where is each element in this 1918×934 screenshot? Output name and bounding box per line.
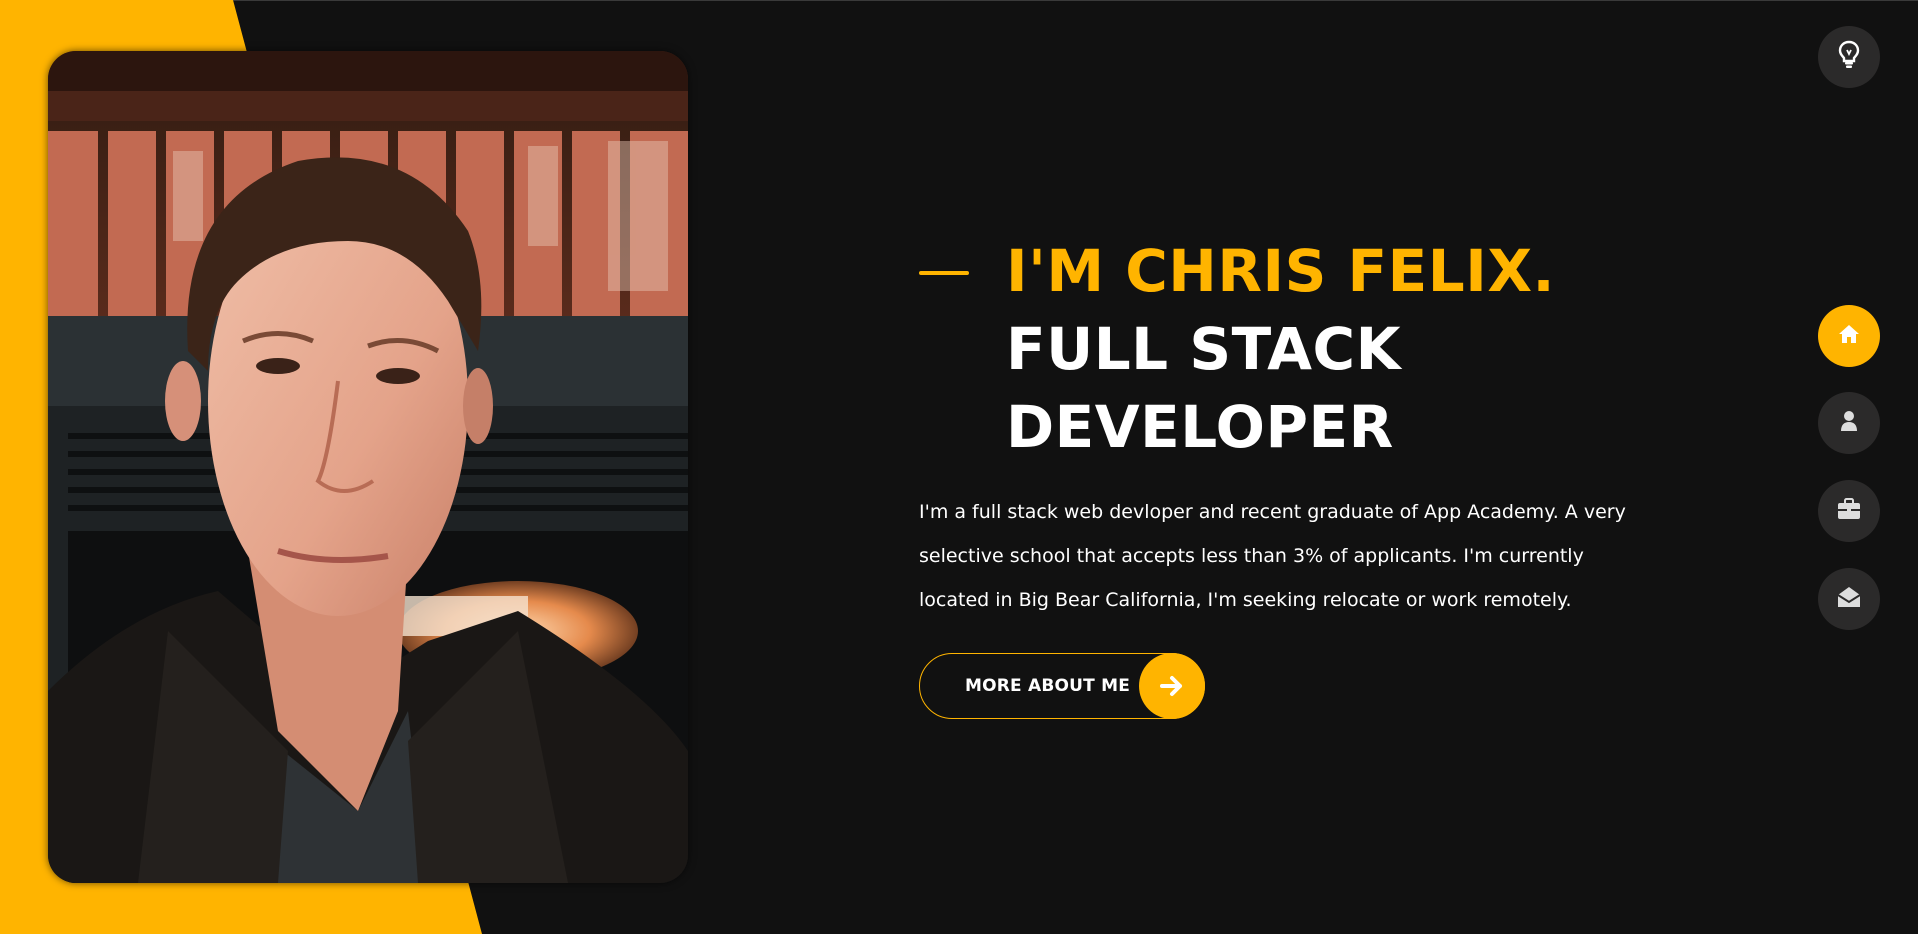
- home-icon: [1838, 324, 1860, 348]
- hero-name: I'M CHRIS FELIX.: [1006, 237, 1556, 305]
- envelope-open-icon: [1837, 586, 1861, 612]
- nav-portfolio-button[interactable]: [1818, 480, 1880, 542]
- hero-role: FULL STACK DEVELOPER: [1006, 315, 1402, 461]
- more-about-me-label: MORE ABOUT ME: [965, 676, 1131, 696]
- arrow-right-icon: [1139, 653, 1205, 719]
- nav-home-button[interactable]: [1818, 305, 1880, 367]
- more-about-me-button[interactable]: MORE ABOUT ME: [919, 653, 1205, 719]
- briefcase-icon: [1837, 498, 1861, 524]
- profile-photo: [48, 51, 688, 883]
- hero-section: I'M CHRIS FELIX. FULL STACK DEVELOPER I'…: [919, 232, 1639, 719]
- home-page: I'M CHRIS FELIX. FULL STACK DEVELOPER I'…: [0, 0, 1918, 934]
- nav-contact-button[interactable]: [1818, 568, 1880, 630]
- hero-title: I'M CHRIS FELIX. FULL STACK DEVELOPER: [919, 232, 1639, 466]
- user-icon: [1840, 410, 1858, 436]
- top-border: [0, 0, 1918, 1]
- lightbulb-icon: [1838, 40, 1860, 74]
- hero-description: I'm a full stack web devloper and recent…: [919, 501, 1626, 611]
- title-accent-dash: [919, 271, 969, 275]
- theme-toggle-button[interactable]: [1818, 26, 1880, 88]
- nav-about-button[interactable]: [1818, 392, 1880, 454]
